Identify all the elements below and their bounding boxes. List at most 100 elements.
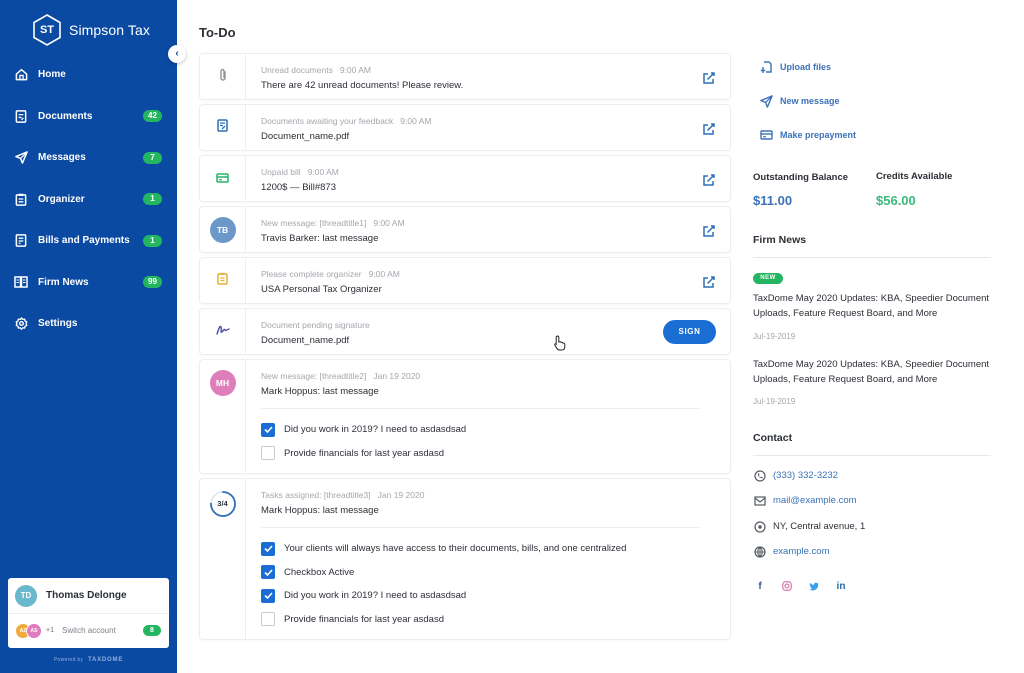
paperclip-icon [218, 68, 228, 99]
sidebar-item-bills[interactable]: Bills and Payments 1 [0, 220, 177, 262]
checklist: Your clients will always have access to … [261, 528, 716, 639]
todo-item-message[interactable]: TB New message: [threadtitle1] 9:00 AM Tr… [199, 206, 731, 253]
twitter-icon[interactable] [809, 580, 819, 592]
instagram-icon[interactable] [782, 580, 792, 592]
switch-account-button[interactable]: AZ AS +1 Switch account 8 [8, 614, 169, 647]
phone-link[interactable]: (333) 332-3232 [773, 470, 838, 481]
open-icon[interactable] [702, 224, 716, 238]
checklist-item[interactable]: Did you work in 2019? I need to asdasdsa… [261, 418, 716, 442]
todo-label: Document pending signature [261, 320, 370, 330]
todo-item-unread[interactable]: Unread documents 9:00 AM There are 42 unr… [199, 53, 731, 100]
open-icon[interactable] [702, 275, 716, 289]
sidebar-item-label: Messages [38, 152, 86, 164]
checklist-item[interactable]: Your clients will always have access to … [261, 537, 716, 561]
messages-count-badge: 7 [143, 151, 162, 164]
linkedin-icon[interactable]: in [836, 580, 846, 592]
switch-account-badge: 8 [143, 625, 161, 636]
sidebar-item-settings[interactable]: Settings [0, 303, 177, 345]
current-account[interactable]: TD Thomas Delonge [8, 578, 169, 614]
avatar: TD [15, 584, 37, 607]
sidebar-item-home[interactable]: Home [0, 54, 177, 96]
mail-icon [753, 494, 766, 507]
sidebar-item-organizer[interactable]: Organizer 1 [0, 179, 177, 221]
new-message-button[interactable]: New message [759, 94, 840, 108]
open-icon[interactable] [702, 173, 716, 187]
switch-account-label: Switch account [61, 626, 116, 635]
todo-title: Mark Hoppus: last message [261, 386, 379, 397]
todo-title: Travis Barker: last message [261, 233, 379, 244]
sidebar-item-firm-news[interactable]: Firm News 99 [0, 262, 177, 304]
gear-icon [14, 317, 28, 331]
action-label: New message [780, 96, 840, 106]
checklist-item[interactable]: Provide financials for last year asdasd [261, 442, 716, 466]
sign-button[interactable]: SIGN [663, 320, 716, 344]
todo-item-organizer[interactable]: Please complete organizer 9:00 AM USA Per… [199, 257, 731, 304]
todo-label: Please complete organizer [261, 269, 362, 279]
todo-label: Tasks assigned: [threadtitle3] [261, 490, 371, 500]
brand[interactable]: ST Simpson Tax [33, 14, 150, 46]
todo-item-message-checklist[interactable]: MH New message: [threadtitle2] Jan 19 202… [199, 359, 731, 474]
todo-title: Document_name.pdf [261, 335, 350, 346]
contact-title: Contact [753, 432, 793, 444]
open-icon[interactable] [702, 122, 716, 136]
todo-item-feedback[interactable]: Documents awaiting your feedback 9:00 AM … [199, 104, 731, 151]
news-item-date: Jul-19-2019 [753, 332, 796, 341]
checkbox-unchecked[interactable] [261, 446, 275, 461]
contact-website[interactable]: example.com [753, 545, 830, 558]
avatar: AS [26, 622, 42, 639]
contact-email[interactable]: mail@example.com [753, 494, 857, 507]
todo-list: Unread documents 9:00 AM There are 42 unr… [199, 53, 731, 644]
checkbox-checked[interactable] [261, 422, 275, 437]
upload-files-button[interactable]: Upload files [759, 60, 831, 74]
checklist-text: Did you work in 2019? I need to asdasdsa… [284, 590, 467, 602]
document-edit-icon [217, 119, 228, 150]
sidebar-item-messages[interactable]: Messages 7 [0, 137, 177, 179]
sidebar-item-documents[interactable]: Documents 42 [0, 96, 177, 138]
checklist-item[interactable]: Provide financials for last year asdasd [261, 608, 716, 632]
sidebar-item-label: Organizer [38, 193, 85, 205]
checklist-item[interactable]: Checkbox Active [261, 561, 716, 585]
contact-phone[interactable]: (333) 332-3232 [753, 469, 838, 482]
social-links: f in [755, 580, 846, 592]
divider [753, 455, 991, 456]
checkbox-checked[interactable] [261, 565, 275, 580]
todo-time: 9:00 AM [400, 116, 432, 126]
todo-item-signature[interactable]: Document pending signature Document_name… [199, 308, 731, 355]
sidebar-item-label: Bills and Payments [38, 235, 130, 247]
checkbox-checked[interactable] [261, 541, 275, 556]
page-title: To-Do [199, 25, 236, 40]
open-icon[interactable] [702, 71, 716, 85]
checklist-item[interactable]: Did you work in 2019? I need to asdasdsa… [261, 584, 716, 608]
checkbox-unchecked[interactable] [261, 612, 275, 627]
make-prepayment-button[interactable]: Make prepayment [759, 128, 856, 142]
todo-label: New message: [threadtitle2] [261, 371, 367, 381]
todo-item-tasks[interactable]: 3/4 Tasks assigned: [threadtitle3] Jan 19… [199, 478, 731, 640]
news-item-title[interactable]: TaxDome May 2020 Updates: KBA, Speedier … [753, 357, 993, 387]
clipboard-icon [14, 192, 28, 206]
todo-label: Documents awaiting your feedback [261, 116, 394, 126]
checklist-text: Provide financials for last year asdasd [284, 447, 444, 459]
news-item-title[interactable]: TaxDome May 2020 Updates: KBA, Speedier … [753, 291, 993, 321]
todo-time: 9:00 AM [373, 218, 405, 228]
sidebar-item-label: Firm News [38, 276, 89, 288]
account-name: Thomas Delonge [46, 590, 127, 601]
todo-label: New message: [threadtitle1] [261, 218, 367, 228]
website-link[interactable]: example.com [773, 546, 830, 557]
chevron-left-icon: ‹ [175, 48, 179, 59]
firm-news-title: Firm News [753, 234, 807, 246]
credit-card-icon [759, 128, 773, 142]
checkbox-checked[interactable] [261, 588, 275, 603]
todo-time: 9:00 AM [339, 65, 372, 75]
checklist-text: Provide financials for last year asdasd [284, 613, 444, 625]
facebook-icon[interactable]: f [755, 580, 765, 592]
collapse-sidebar-button[interactable]: ‹ [168, 45, 186, 63]
todo-time: Jan 19 2020 [377, 490, 425, 500]
organizer-icon [217, 272, 228, 303]
todo-item-bill[interactable]: Unpaid bill 9:00 AM 1200$ — Bill#873 [199, 155, 731, 202]
more-accounts-count: +1 [46, 627, 54, 634]
email-link[interactable]: mail@example.com [773, 495, 857, 506]
todo-time: Jan 19 2020 [373, 371, 421, 381]
avatar: TB [209, 217, 236, 243]
todo-title: Mark Hoppus: last message [261, 505, 379, 516]
action-label: Upload files [780, 62, 832, 72]
